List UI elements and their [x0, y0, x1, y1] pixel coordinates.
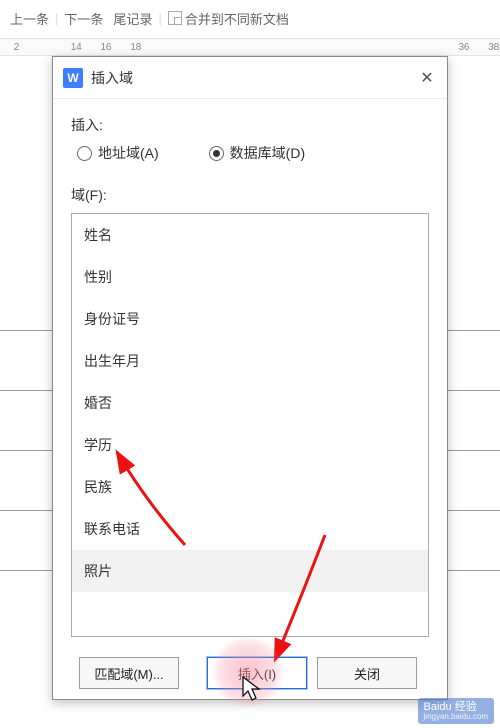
list-item[interactable]: 民族 — [72, 466, 428, 508]
dialog-button-row: 匹配域(M)... 插入(I) 关闭 — [71, 647, 429, 699]
radio-icon — [209, 146, 224, 161]
radio-icon — [77, 146, 92, 161]
radio-label: 数据库域(D) — [230, 143, 305, 163]
list-item[interactable]: 身份证号 — [72, 298, 428, 340]
radio-address-field[interactable]: 地址域(A) — [77, 143, 159, 163]
separator: | — [158, 11, 161, 26]
prev-record[interactable]: 上一条 — [10, 9, 49, 28]
titlebar: W 插入域 ✕ — [53, 57, 447, 99]
separator: | — [55, 11, 58, 26]
merge-icon — [168, 11, 182, 25]
list-item-label: 学历 — [84, 435, 112, 455]
list-item-label: 身份证号 — [84, 309, 140, 329]
list-item-label: 照片 — [84, 561, 112, 581]
app-icon: W — [63, 68, 83, 88]
list-item[interactable]: 婚否 — [72, 382, 428, 424]
dialog-title: 插入域 — [91, 68, 417, 88]
watermark-sub: jingyan.baidu.com — [424, 713, 488, 722]
list-item-label: 民族 — [84, 477, 112, 497]
background-toolbar: 上一条 | 下一条 尾记录 | 合并到不同新文档 — [0, 4, 500, 32]
field-listbox[interactable]: 姓名 性别 身份证号 出生年月 婚否 学历 民族 联系电话 照片 — [71, 213, 429, 637]
tail-record[interactable]: 尾记录 — [113, 9, 152, 28]
merge-button[interactable]: 合并到不同新文档 — [168, 9, 289, 28]
insert-field-dialog: W 插入域 ✕ 插入: 地址域(A) 数据库域(D) 域(F): 姓名 性别 身… — [52, 56, 448, 700]
list-item-label: 姓名 — [84, 225, 112, 245]
list-item[interactable]: 联系电话 — [72, 508, 428, 550]
merge-label: 合并到不同新文档 — [185, 9, 289, 28]
match-fields-button[interactable]: 匹配域(M)... — [79, 657, 179, 689]
ruler: 2 1416 18 36 38 — [0, 38, 500, 56]
list-item-label: 性别 — [84, 267, 112, 287]
insert-button[interactable]: 插入(I) — [207, 657, 307, 689]
radio-label: 地址域(A) — [98, 143, 159, 163]
field-list-label: 域(F): — [71, 185, 429, 205]
close-icon[interactable]: ✕ — [417, 68, 437, 88]
list-item-label: 婚否 — [84, 393, 112, 413]
radio-group-insert-type: 地址域(A) 数据库域(D) — [71, 143, 429, 163]
list-item[interactable]: 出生年月 — [72, 340, 428, 382]
list-item[interactable]: 照片 — [72, 550, 428, 592]
radio-database-field[interactable]: 数据库域(D) — [209, 143, 305, 163]
dialog-body: 插入: 地址域(A) 数据库域(D) 域(F): 姓名 性别 身份证号 出生年月… — [53, 99, 447, 699]
list-item[interactable]: 姓名 — [72, 214, 428, 256]
close-button[interactable]: 关闭 — [317, 657, 417, 689]
list-item[interactable]: 性别 — [72, 256, 428, 298]
next-record[interactable]: 下一条 — [64, 9, 103, 28]
list-item[interactable]: 学历 — [72, 424, 428, 466]
list-item-label: 出生年月 — [84, 351, 140, 371]
list-item-label: 联系电话 — [84, 519, 140, 539]
insert-label: 插入: — [71, 115, 429, 135]
watermark: Baidu 经验 jingyan.baidu.com — [418, 698, 494, 724]
